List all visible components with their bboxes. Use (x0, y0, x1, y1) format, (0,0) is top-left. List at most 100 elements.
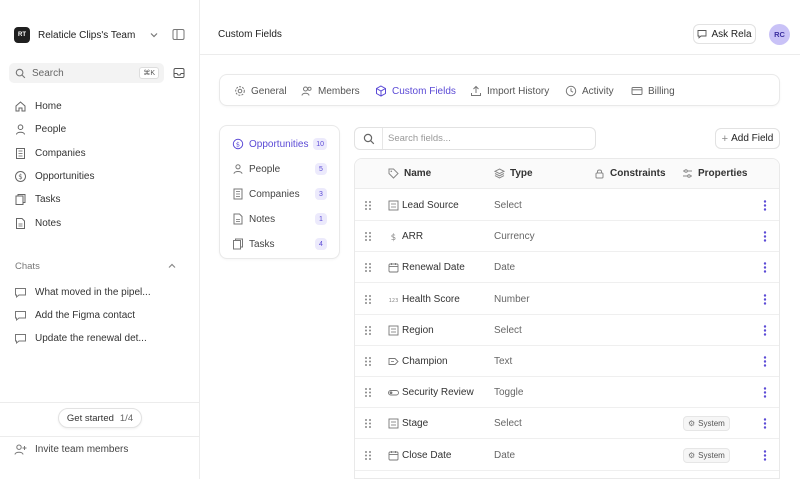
more-vertical-icon[interactable] (759, 355, 771, 368)
drag-handle-icon[interactable] (363, 262, 373, 273)
more-vertical-icon[interactable] (759, 449, 771, 462)
table-row[interactable]: Renewal Date Date (355, 252, 779, 284)
table-row[interactable]: 123 Health Score Number (355, 284, 779, 315)
drag-handle-icon[interactable] (363, 294, 373, 305)
tab-general[interactable]: General (234, 84, 287, 98)
chat-bubble-icon (15, 287, 26, 298)
tab-label: Members (318, 85, 360, 97)
card-icon (631, 87, 643, 95)
object-item-tasks[interactable]: Tasks 4 (226, 234, 333, 254)
field-type: Date (494, 449, 516, 461)
chat-item[interactable]: What moved in the pipel... (14, 284, 151, 300)
tab-members[interactable]: Members (301, 84, 360, 98)
layers-icon (494, 168, 505, 179)
object-item-notes[interactable]: Notes 1 (226, 209, 333, 229)
tasks-icon (233, 238, 243, 250)
chevron-down-icon[interactable] (148, 29, 160, 41)
sidebar-item-notes[interactable]: Notes (14, 215, 61, 231)
tab-billing[interactable]: Billing (631, 84, 675, 98)
column-label: Type (510, 168, 533, 179)
add-user-icon (14, 444, 27, 455)
object-label: Opportunities (249, 138, 309, 150)
drag-handle-icon[interactable] (363, 450, 373, 461)
more-vertical-icon[interactable] (759, 386, 771, 399)
sidebar-item-label: Opportunities (35, 170, 95, 182)
object-label: Tasks (249, 238, 275, 250)
object-item-companies[interactable]: Companies 3 (226, 184, 333, 204)
select-icon (388, 325, 399, 336)
drag-handle-icon[interactable] (363, 231, 373, 242)
chat-item[interactable]: Add the Figma contact (14, 307, 135, 323)
column-header-constraints[interactable]: Constraints (594, 168, 666, 179)
table-row[interactable]: $ ARR Currency (355, 221, 779, 253)
chat-item-label: What moved in the pipel... (35, 286, 151, 298)
ask-rela-button[interactable]: Ask Rela (693, 24, 756, 44)
team-switcher[interactable]: RT Relaticle Clips's Team (14, 26, 190, 44)
column-header-properties[interactable]: Properties (682, 168, 747, 179)
sidebar-item-home[interactable]: Home (14, 98, 62, 114)
field-type: Currency (494, 231, 535, 243)
chat-item[interactable]: Update the renewal det... (14, 330, 147, 346)
svg-text:$: $ (391, 233, 396, 242)
get-started-button[interactable]: Get started 1/4 (58, 408, 142, 428)
add-field-button[interactable]: + Add Field (715, 128, 780, 149)
object-label: People (249, 163, 281, 175)
drag-handle-icon[interactable] (363, 387, 373, 398)
sidebar-collapse-icon[interactable] (172, 28, 185, 41)
field-name: Health Score (402, 293, 460, 305)
lock-icon (595, 169, 604, 179)
search-input[interactable]: Search ⌘K (9, 63, 164, 83)
sidebar-item-opportunities[interactable]: $ Opportunities (14, 168, 94, 184)
tab-label: Custom Fields (392, 85, 456, 97)
ask-rela-label: Ask Rela (711, 28, 752, 40)
object-item-people[interactable]: People 5 (226, 159, 333, 179)
chevron-up-icon[interactable] (166, 260, 178, 272)
inbox-icon[interactable] (173, 67, 185, 79)
more-vertical-icon[interactable] (759, 417, 771, 430)
sidebar-item-people[interactable]: People (14, 121, 66, 137)
column-header-type[interactable]: Type (494, 168, 533, 179)
field-name: Lead Source (402, 200, 459, 211)
gear-icon: ⚙ (688, 450, 696, 460)
table-row[interactable]: Champion Text (355, 346, 779, 377)
table-row[interactable]: Region Select (355, 315, 779, 346)
field-type: Text (494, 356, 513, 367)
more-vertical-icon[interactable] (759, 324, 771, 337)
chat-item-label: Add the Figma contact (35, 309, 136, 321)
object-count-badge: 1 (315, 213, 327, 225)
drag-handle-icon[interactable] (363, 200, 373, 211)
calendar-icon (388, 450, 399, 461)
avatar[interactable]: RC (769, 24, 790, 45)
table-row[interactable]: Close Date Date ⚙ System (355, 440, 779, 471)
plus-icon: + (721, 132, 729, 145)
field-type: Date (494, 262, 516, 274)
more-vertical-icon[interactable] (759, 293, 771, 306)
tab-custom-fields[interactable]: Custom Fields (375, 84, 456, 98)
tab-activity[interactable]: Activity (565, 84, 614, 98)
team-logo: RT (14, 27, 30, 43)
table-row[interactable]: Security Review Toggle (355, 377, 779, 409)
invite-members-button[interactable]: Invite team members (14, 443, 128, 456)
building-icon (233, 188, 243, 200)
svg-text:$: $ (236, 141, 240, 149)
sidebar-item-companies[interactable]: Companies (14, 145, 86, 161)
drag-handle-icon[interactable] (363, 356, 373, 367)
search-divider (382, 128, 383, 149)
sidebar-item-tasks[interactable]: Tasks (14, 191, 61, 207)
table-row[interactable]: Stage Select ⚙ System (355, 408, 779, 440)
currency-icon: $ (391, 233, 396, 242)
dollar-icon: $ (232, 138, 244, 150)
more-vertical-icon[interactable] (759, 199, 771, 212)
field-search-input[interactable] (388, 131, 588, 146)
tab-import-history[interactable]: Import History (470, 84, 549, 98)
column-header-name[interactable]: Name (388, 168, 431, 179)
table-row[interactable]: Lead Source Select (355, 190, 779, 221)
sidebar-item-label: Companies (35, 147, 86, 159)
more-vertical-icon[interactable] (759, 230, 771, 243)
drag-handle-icon[interactable] (363, 325, 373, 336)
more-vertical-icon[interactable] (759, 261, 771, 274)
drag-handle-icon[interactable] (363, 418, 373, 429)
tab-label: General (251, 85, 287, 97)
object-item-opportunities[interactable]: $ Opportunities 10 (226, 134, 333, 154)
gear-icon (235, 86, 245, 96)
